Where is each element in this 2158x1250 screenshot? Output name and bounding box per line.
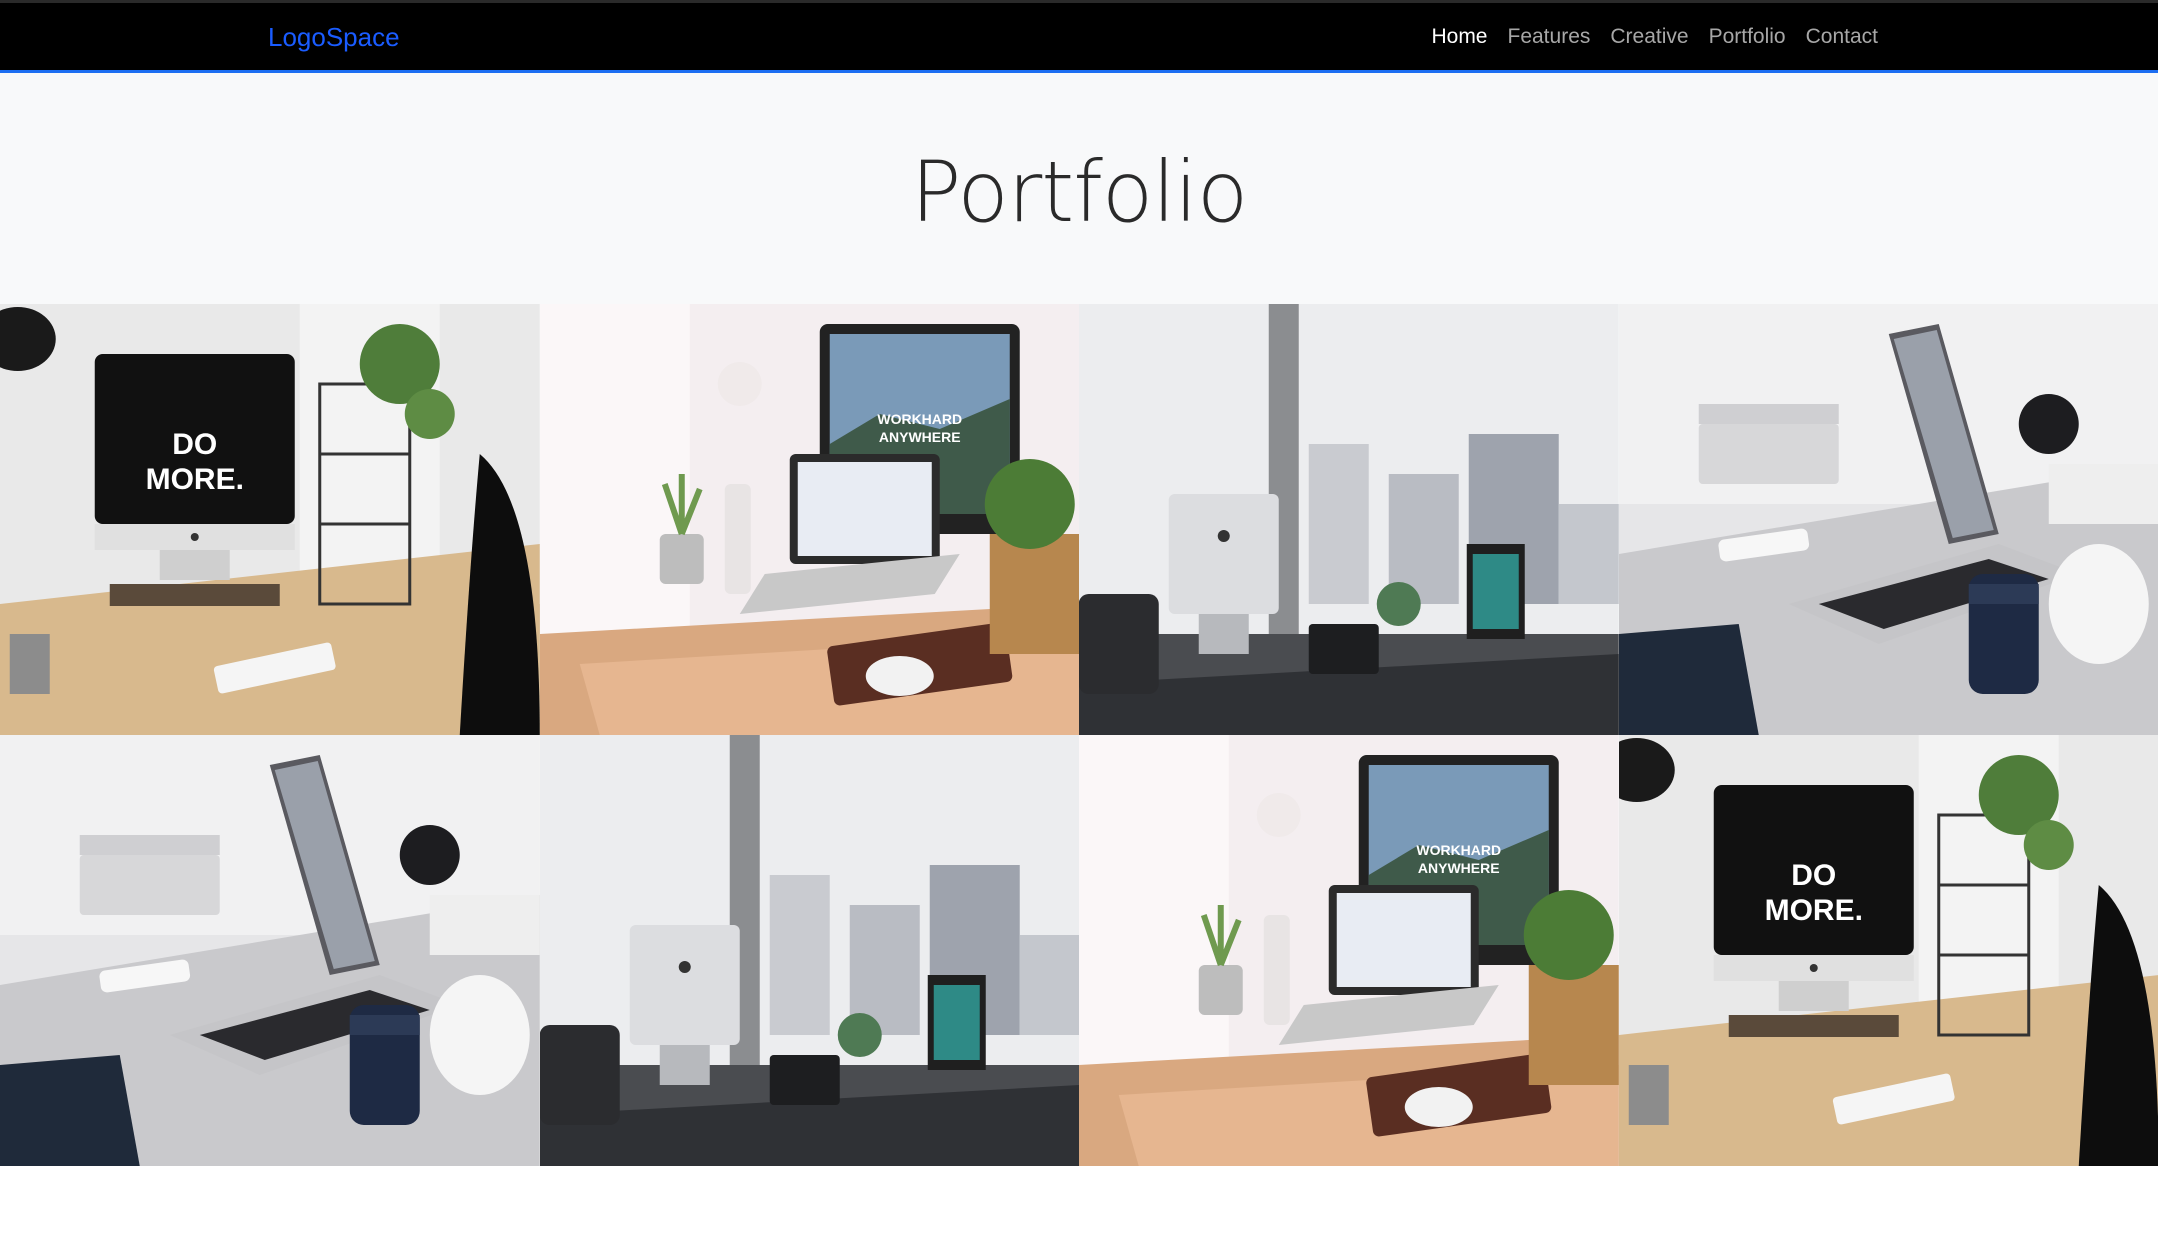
screen-text: MORE. (1764, 894, 1862, 927)
nav-links: Home Features Creative Portfolio Contact (1431, 25, 1878, 49)
nav-link-portfolio[interactable]: Portfolio (1709, 25, 1786, 49)
screen-text: ANYWHERE (878, 429, 960, 445)
portfolio-item-3[interactable] (1079, 304, 1619, 735)
nav-link-features[interactable]: Features (1508, 25, 1591, 49)
hero-section: Portfolio (0, 73, 2158, 304)
screen-text: ANYWHERE (1418, 860, 1500, 876)
page-title: Portfolio (910, 143, 1249, 241)
portfolio-image (1079, 304, 1619, 735)
portfolio-image: WORKHARD ANYWHERE (1079, 735, 1619, 1166)
portfolio-item-4[interactable] (1618, 304, 2158, 735)
portfolio-image (1618, 304, 2158, 735)
screen-text: WORKHARD (1416, 842, 1501, 858)
portfolio-item-7[interactable]: WORKHARD ANYWHERE (1079, 735, 1619, 1166)
portfolio-image: WORKHARD ANYWHERE (539, 304, 1079, 735)
portfolio-image: DO MORE. (0, 304, 540, 735)
portfolio-item-6[interactable] (539, 735, 1079, 1166)
portfolio-grid: DO MORE. WORKHARD ANYWHERE WORKHARD ANYW… (0, 304, 2158, 1166)
portfolio-item-1[interactable]: DO MORE. (0, 304, 540, 735)
nav-link-creative[interactable]: Creative (1610, 25, 1688, 49)
brand-logo-link[interactable]: LogoSpace (268, 22, 400, 53)
nav-link-contact[interactable]: Contact (1806, 25, 1878, 49)
screen-text: DO (172, 428, 217, 461)
portfolio-image: DO MORE. (1618, 735, 2158, 1166)
nav-link-home[interactable]: Home (1431, 25, 1487, 49)
portfolio-image (539, 735, 1079, 1166)
screen-text: MORE. (146, 463, 244, 496)
portfolio-item-2[interactable]: WORKHARD ANYWHERE (539, 304, 1079, 735)
portfolio-item-8[interactable]: DO MORE. (1618, 735, 2158, 1166)
screen-text: DO (1791, 859, 1836, 892)
portfolio-item-5[interactable] (0, 735, 540, 1166)
top-navbar: LogoSpace Home Features Creative Portfol… (0, 0, 2158, 73)
screen-text: WORKHARD (877, 411, 962, 427)
portfolio-image (0, 735, 540, 1166)
